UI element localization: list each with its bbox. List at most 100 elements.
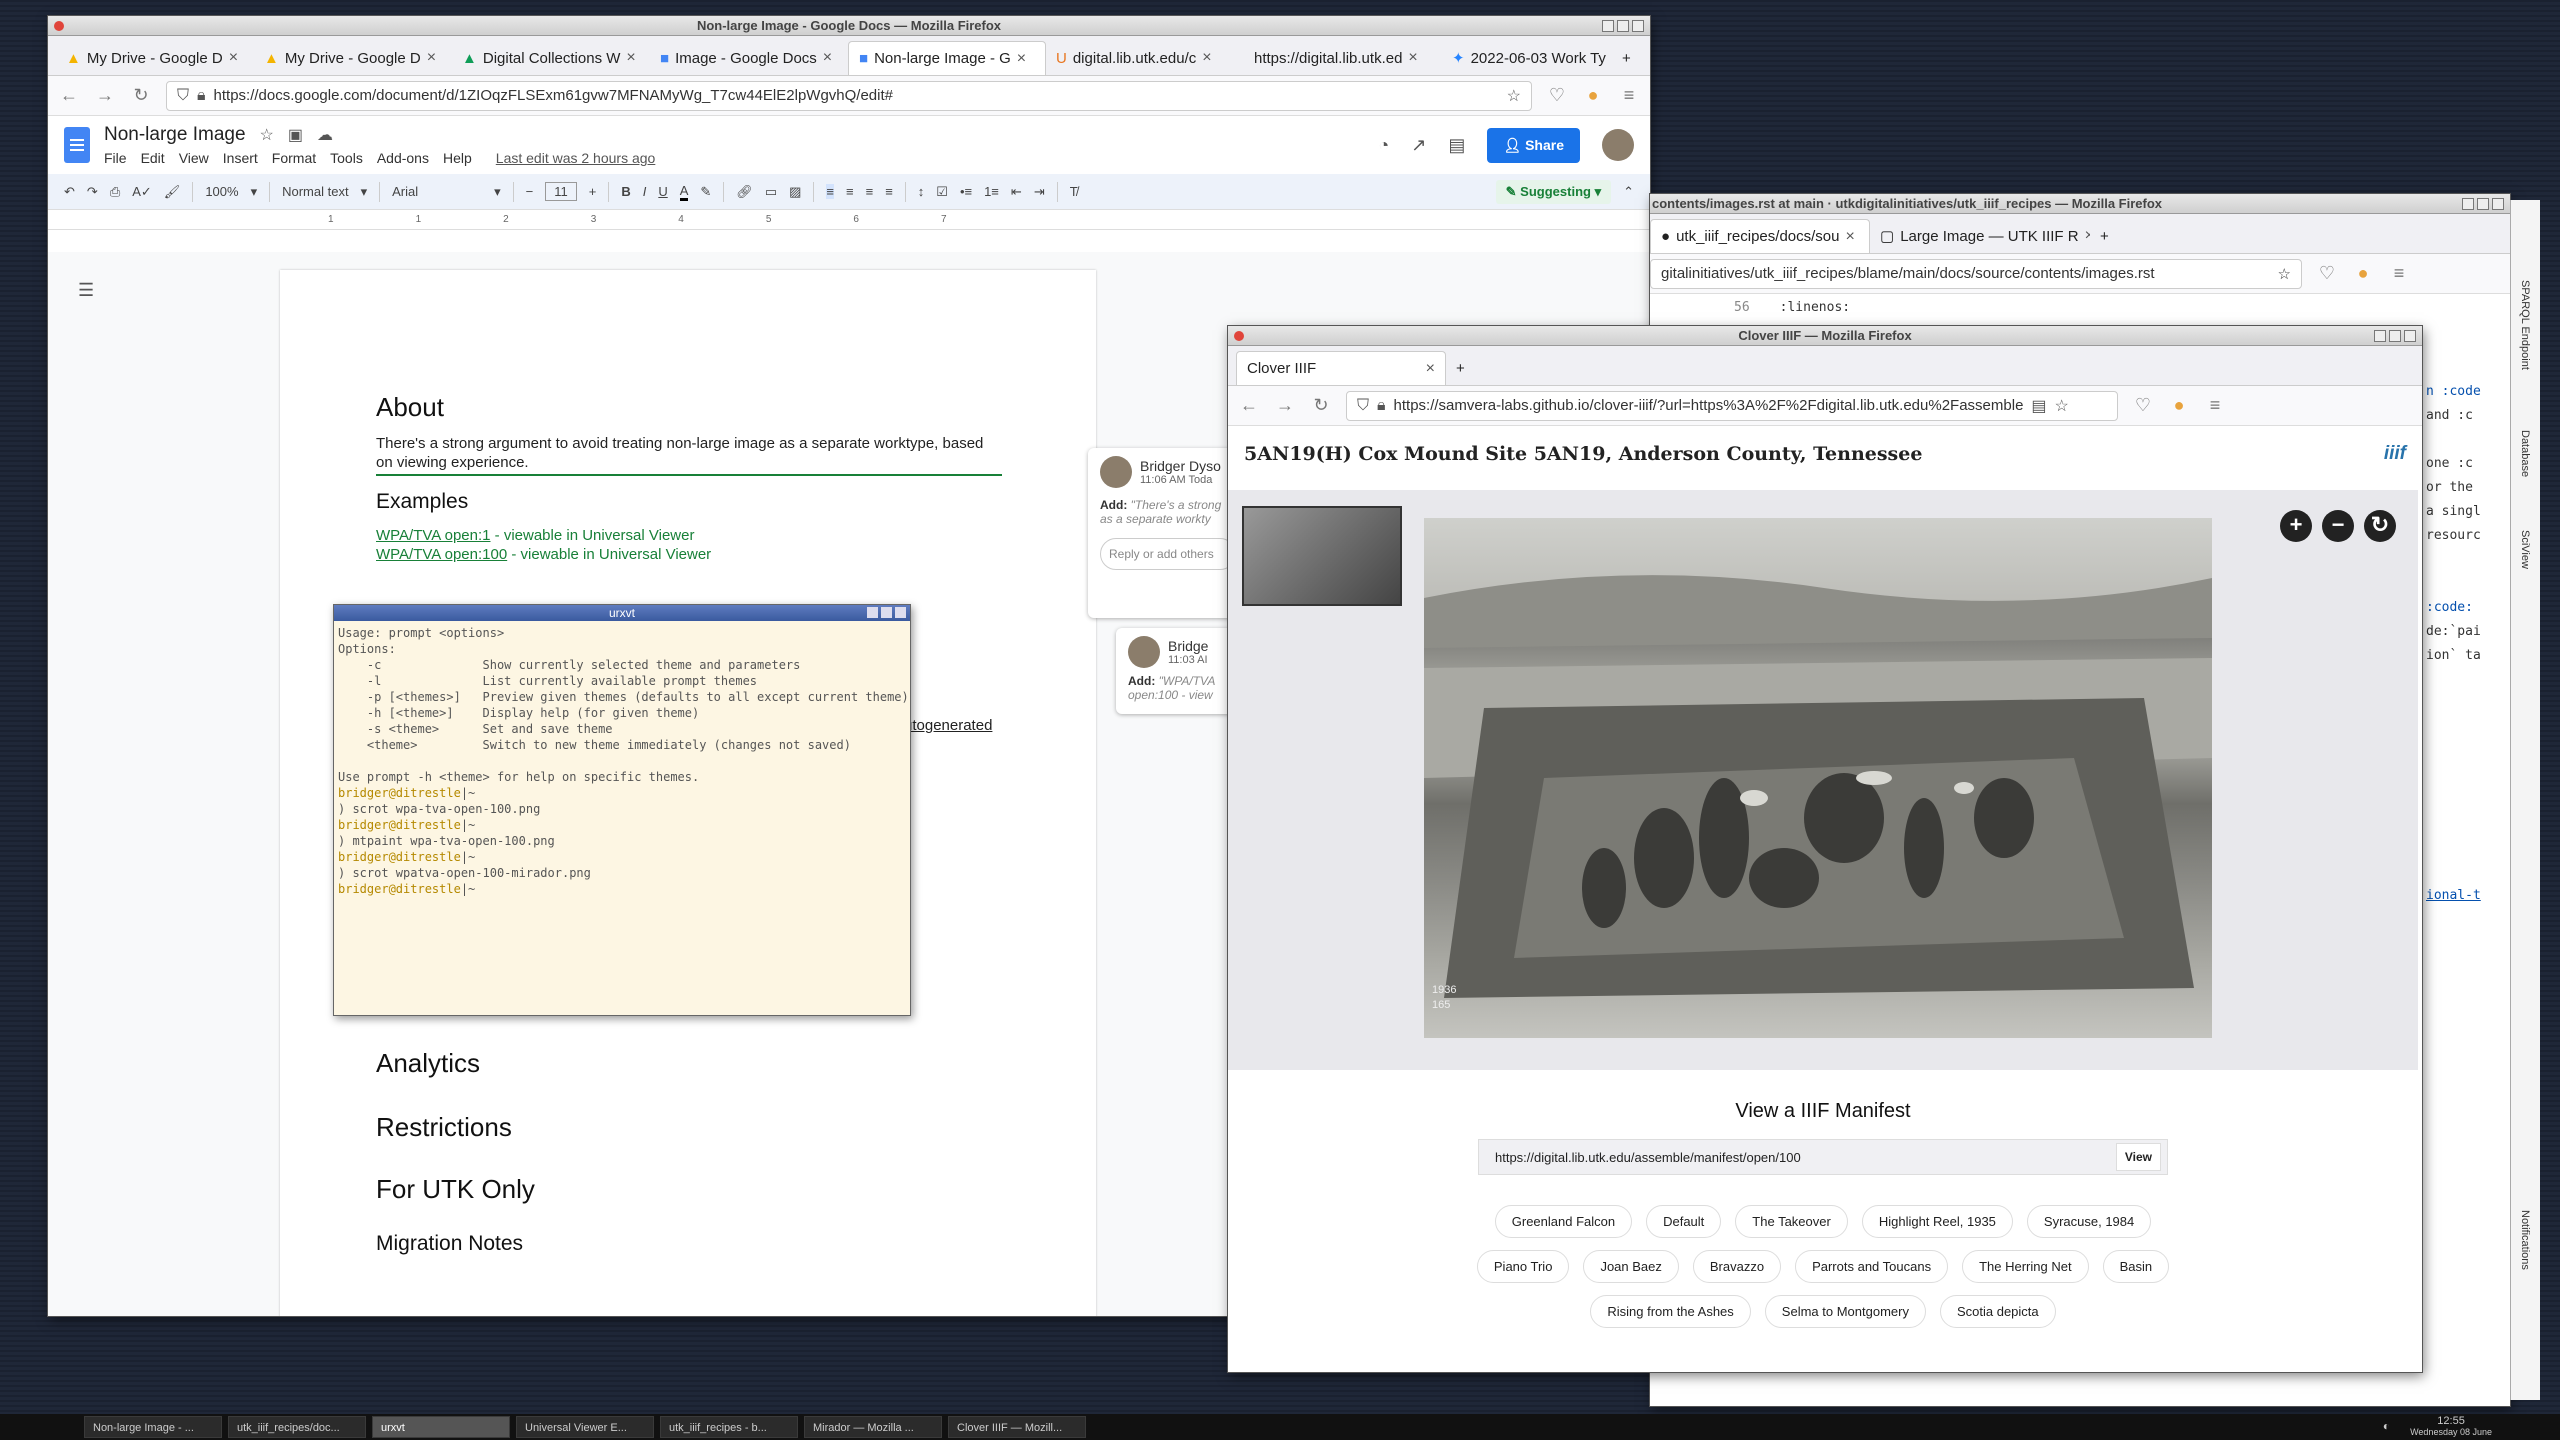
underline-icon[interactable]: U	[658, 184, 667, 199]
back-icon[interactable]: ←	[58, 85, 80, 106]
url-bar[interactable]: gitalinitiatives/utk_iiif_recipes/blame/…	[1650, 258, 2302, 289]
tray-icon[interactable]: ◐	[2383, 1419, 2390, 1433]
sciview-tab[interactable]: SciView	[2519, 530, 2531, 569]
taskbar-item[interactable]: Mirador — Mozilla ...	[804, 1416, 942, 1438]
docs-window-titlebar[interactable]: Non-large Image - Google Docs — Mozilla …	[48, 16, 1650, 36]
comment-history-icon[interactable]: ◔	[1378, 135, 1389, 156]
manifest-chip[interactable]: Selma to Montgomery	[1764, 1295, 1926, 1328]
bold-icon[interactable]: B	[621, 184, 630, 199]
browser-tab[interactable]: ▲ Digital Collections W ×	[452, 41, 650, 75]
url-bar[interactable]: ⛉ 🔒︎ https://samvera-labs.github.io/clov…	[1346, 390, 2118, 421]
checklist-icon[interactable]: ☑	[936, 184, 948, 200]
paint-format-icon[interactable]: 🖌︎	[164, 184, 181, 200]
menu-help[interactable]: Help	[443, 150, 472, 166]
tab-close-icon[interactable]: ×	[229, 49, 238, 67]
manifest-chip[interactable]: Rising from the Ashes	[1590, 1295, 1751, 1328]
manifest-chip[interactable]: Basin	[2102, 1250, 2170, 1283]
pocket-icon[interactable]: ♡	[1546, 85, 1568, 106]
redo-icon[interactable]: ↷	[87, 184, 98, 200]
manifest-chip[interactable]: Greenland Falcon	[1494, 1205, 1633, 1238]
manifest-chip[interactable]: Joan Baez	[1583, 1250, 1679, 1283]
close-icon[interactable]	[895, 607, 906, 618]
reload-icon[interactable]: ↻	[1310, 395, 1332, 416]
document-title[interactable]: Non-large Image	[104, 124, 246, 146]
undo-icon[interactable]: ↶	[64, 184, 75, 200]
lock-icon[interactable]: 🔒︎	[197, 87, 206, 105]
extension-icon[interactable]: ●	[2352, 263, 2374, 284]
manifest-chip[interactable]: Piano Trio	[1476, 1250, 1570, 1283]
manifest-chip[interactable]: The Takeover	[1735, 1205, 1848, 1238]
back-icon[interactable]: ←	[1238, 395, 1260, 416]
database-tab[interactable]: Database	[2519, 430, 2531, 477]
maximize-icon[interactable]	[2389, 330, 2401, 342]
shield-icon[interactable]: ⛉	[1357, 397, 1369, 415]
new-tab-button[interactable]: +	[1612, 41, 1642, 75]
style-select[interactable]: Normal text	[282, 184, 348, 199]
browser-tab[interactable]: ■ Image - Google Docs ×	[650, 41, 848, 75]
zoom-in-button[interactable]: +	[2280, 510, 2312, 542]
docs-logo-icon[interactable]	[64, 127, 90, 163]
github-window-titlebar[interactable]: contents/images.rst at main · utkdigital…	[1650, 194, 2510, 214]
bookmark-star-icon[interactable]: ☆	[2278, 265, 2291, 283]
menu-tools[interactable]: Tools	[330, 150, 363, 166]
clover-window-titlebar[interactable]: Clover IIIF — Mozilla Firefox	[1228, 326, 2422, 346]
star-icon[interactable]: ☆	[260, 125, 274, 145]
font-size-increase-button[interactable]: +	[589, 184, 597, 199]
example-link[interactable]: WPA/TVA open:1	[376, 527, 491, 544]
tab-close-icon[interactable]: ×	[1202, 49, 1211, 67]
reader-view-icon[interactable]: ▤	[2031, 396, 2046, 416]
spellcheck-icon[interactable]: A✓	[132, 184, 152, 200]
window-close-icon[interactable]	[1234, 331, 1244, 341]
pocket-icon[interactable]: ♡	[2316, 263, 2338, 284]
new-tab-button[interactable]: +	[2090, 219, 2120, 253]
zoom-select[interactable]: 100%	[205, 184, 238, 199]
iiif-logo[interactable]: iiif	[2384, 443, 2406, 465]
maximize-icon[interactable]	[1617, 20, 1629, 32]
browser-tab[interactable]: https://digital.lib.utk.ed ×	[1244, 41, 1442, 75]
window-close-icon[interactable]	[54, 21, 64, 31]
main-image[interactable]: 1936 165	[1424, 518, 2212, 1038]
terminal-window[interactable]: urxvt Usage: prompt <options> Options: -…	[333, 604, 911, 1016]
lock-icon[interactable]: 🔒︎	[1377, 397, 1386, 415]
line-spacing-icon[interactable]: ↕	[918, 184, 925, 199]
manifest-chip[interactable]: Parrots and Toucans	[1795, 1250, 1949, 1283]
browser-tab-active[interactable]: Clover IIIF ×	[1236, 351, 1446, 385]
menu-view[interactable]: View	[179, 150, 209, 166]
image-viewer[interactable]: 1936 165 + − ↻	[1228, 490, 2418, 1070]
decrease-indent-icon[interactable]: ⇤	[1011, 184, 1022, 200]
avatar[interactable]	[1602, 129, 1634, 161]
browser-tab[interactable]: ✦2022-06-03 Work Ty×	[1442, 41, 1612, 75]
numbered-list-icon[interactable]: 1≡	[984, 184, 999, 199]
move-folder-icon[interactable]: ▣	[288, 125, 303, 145]
browser-tab-active[interactable]: ■ Non-large Image - G ×	[848, 41, 1046, 75]
manifest-chip[interactable]: The Herring Net	[1962, 1250, 2089, 1283]
bullet-list-icon[interactable]: •≡	[960, 184, 972, 199]
clock[interactable]: 12:55 Wednesday 08 June	[2410, 1416, 2492, 1438]
browser-tab[interactable]: ▢ Large Image — UTK IIIF R ×	[1870, 219, 2090, 253]
bookmark-star-icon[interactable]: ☆	[1507, 86, 1521, 106]
add-comment-icon[interactable]: ▭	[765, 184, 777, 200]
font-select[interactable]: Arial	[392, 184, 482, 199]
thumbnail[interactable]	[1242, 506, 1402, 606]
align-right-icon[interactable]: ≡	[866, 184, 874, 199]
manifest-chip[interactable]: Syracuse, 1984	[2026, 1205, 2152, 1238]
menu-file[interactable]: File	[104, 150, 127, 166]
insert-image-icon[interactable]: ▨	[789, 184, 801, 200]
taskbar-item[interactable]: utk_iiif_recipes/doc...	[228, 1416, 366, 1438]
italic-icon[interactable]: I	[643, 184, 647, 199]
bookmark-star-icon[interactable]: ☆	[2055, 396, 2069, 416]
menu-icon[interactable]: ≡	[2204, 395, 2226, 416]
outline-icon[interactable]: ☰	[78, 280, 94, 301]
clear-formatting-icon[interactable]: T̸	[1070, 184, 1078, 199]
new-tab-button[interactable]: +	[1446, 351, 1476, 385]
sparql-tab[interactable]: SPARQL Endpoint	[2519, 280, 2531, 370]
comment-card[interactable]: Bridger Dyso 11:06 AM Toda Add: "There's …	[1088, 448, 1248, 618]
tab-close-icon[interactable]: ×	[626, 49, 635, 67]
manifest-chip[interactable]: Highlight Reel, 1935	[1861, 1205, 2013, 1238]
align-center-icon[interactable]: ≡	[846, 184, 854, 199]
minimize-icon[interactable]	[2462, 198, 2474, 210]
manifest-chip[interactable]: Bravazzo	[1692, 1250, 1782, 1283]
taskbar-item[interactable]: Universal Viewer E...	[516, 1416, 654, 1438]
manifest-chip[interactable]: Default	[1646, 1205, 1722, 1238]
tab-close-icon[interactable]: ×	[1845, 228, 1854, 246]
